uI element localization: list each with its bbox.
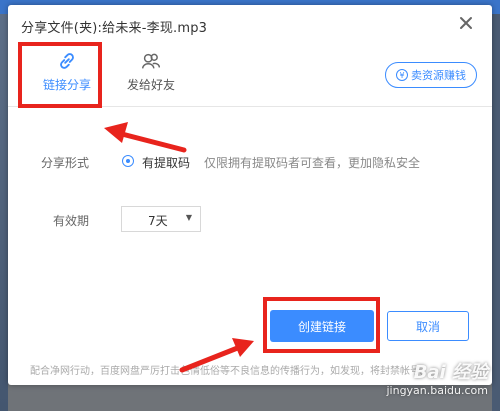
watermark-logo: Bai 经验 bbox=[413, 362, 488, 383]
annotation-arrows bbox=[104, 122, 254, 373]
watermark-url: jingyan.baidu.com bbox=[386, 384, 488, 397]
arrow-to-create bbox=[179, 338, 254, 373]
baidu-jingyan-watermark: Bai 经验 jingyan.baidu.com bbox=[386, 358, 488, 397]
arrow-to-tab bbox=[104, 122, 187, 153]
